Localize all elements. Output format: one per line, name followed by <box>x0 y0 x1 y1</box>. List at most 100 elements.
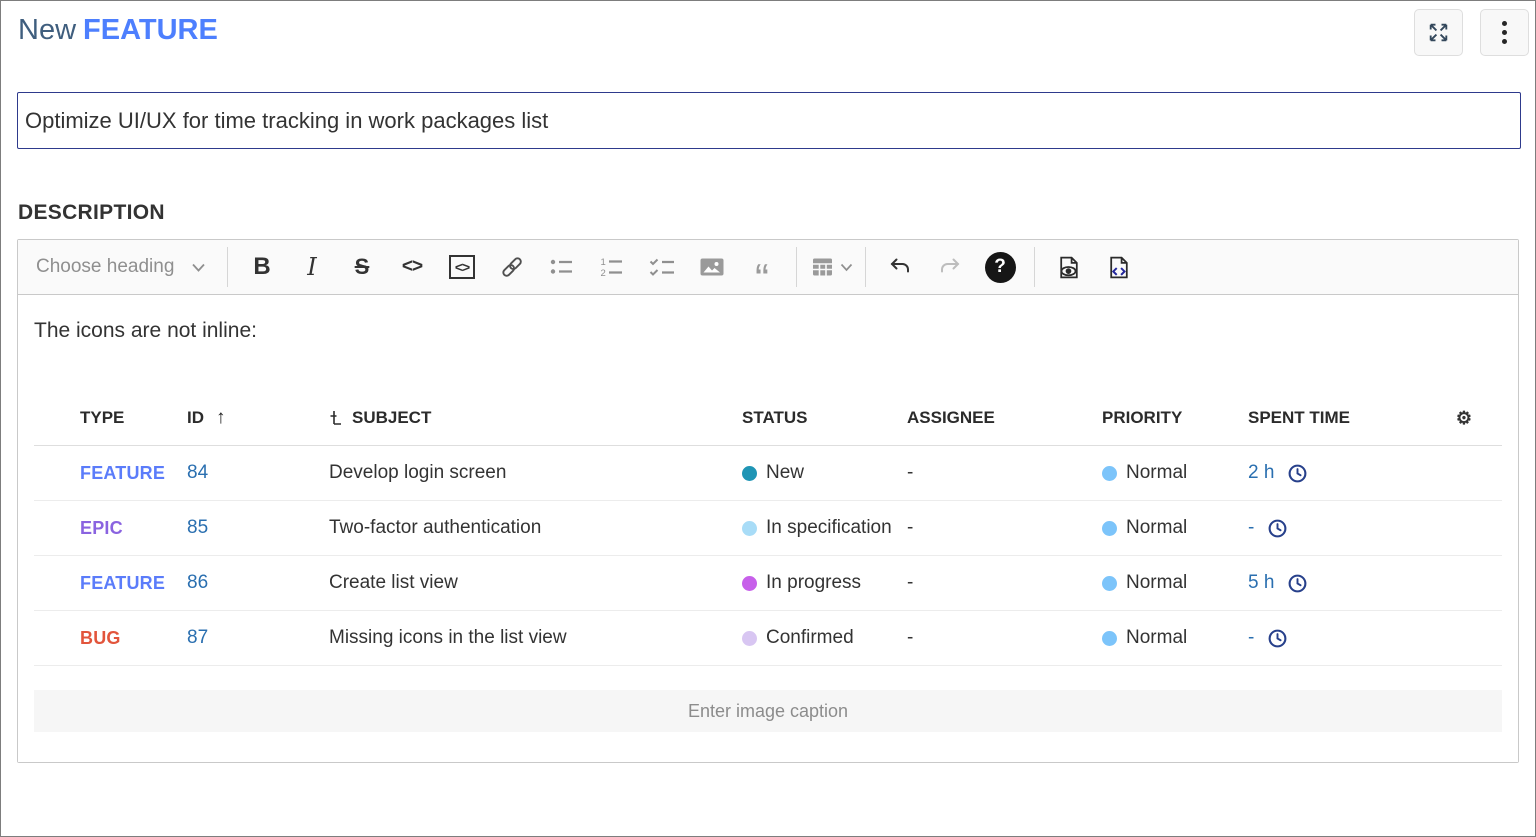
assignee-value: - <box>907 517 1102 539</box>
code-block-button[interactable]: <> <box>437 246 487 288</box>
todo-list-button[interactable] <box>637 246 687 288</box>
status-label: Confirmed <box>766 627 854 649</box>
wp-subject: Develop login screen <box>329 462 506 484</box>
hierarchy-icon <box>329 409 343 427</box>
toolbar-separator <box>796 247 797 287</box>
redo-icon <box>937 255 963 279</box>
block-quote-button[interactable]: “ <box>737 246 787 288</box>
wp-id-link[interactable]: 84 <box>187 462 208 484</box>
insert-table-icon <box>810 255 835 279</box>
help-button[interactable]: ? <box>975 246 1025 288</box>
spent-time-link[interactable]: - <box>1248 517 1254 539</box>
column-type: TYPE <box>80 408 187 428</box>
subject-input[interactable] <box>17 92 1521 149</box>
image-caption-placeholder[interactable]: Enter image caption <box>34 690 1502 732</box>
clock-icon[interactable] <box>1267 518 1288 539</box>
column-priority: PRIORITY <box>1102 408 1248 428</box>
description-editor: Choose heading B I S <> <> 12 <box>17 239 1519 763</box>
toolbar-separator <box>227 247 228 287</box>
fullscreen-icon <box>1426 20 1451 45</box>
italic-icon: I <box>307 253 316 281</box>
svg-text:2: 2 <box>601 268 606 279</box>
markdown-source-button[interactable] <box>1094 246 1144 288</box>
editor-content[interactable]: The icons are not inline: TYPE ID ↑ SUBJ… <box>18 295 1518 762</box>
table-header-row: TYPE ID ↑ SUBJECT STATUS ASSIGNEE PRIORI… <box>34 391 1502 446</box>
strikethrough-button[interactable]: S <box>337 246 387 288</box>
bulleted-list-button[interactable] <box>537 246 587 288</box>
status-dot <box>742 576 757 591</box>
description-label: DESCRIPTION <box>18 201 1518 225</box>
wp-id-link[interactable]: 85 <box>187 517 208 539</box>
svg-text:1: 1 <box>601 257 606 268</box>
preview-button[interactable] <box>1044 246 1094 288</box>
inline-code-button[interactable]: <> <box>387 246 437 288</box>
priority-dot <box>1102 631 1117 646</box>
fullscreen-button[interactable] <box>1414 9 1463 56</box>
header-actions <box>1414 9 1529 56</box>
toolbar-separator <box>1034 247 1035 287</box>
clock-icon[interactable] <box>1267 628 1288 649</box>
spent-time-link[interactable]: - <box>1248 627 1254 649</box>
new-work-package-page: NewFEATURE DESCRIPTION Choose heading <box>0 0 1536 837</box>
page-title: NewFEATURE <box>18 9 218 47</box>
embedded-table-image[interactable]: TYPE ID ↑ SUBJECT STATUS ASSIGNEE PRIORI… <box>34 391 1502 732</box>
table-row: EPIC 85 Two-factor authentication In spe… <box>34 501 1502 556</box>
priority-dot <box>1102 521 1117 536</box>
sort-ascending-icon: ↑ <box>216 407 226 429</box>
status-label: In progress <box>766 572 861 594</box>
heading-dropdown-label: Choose heading <box>36 256 174 278</box>
priority-label: Normal <box>1126 517 1187 539</box>
insert-table-button[interactable] <box>806 246 856 288</box>
markdown-source-icon <box>1105 254 1133 281</box>
todo-list-icon <box>649 255 676 279</box>
wp-type: FEATURE <box>80 573 165 594</box>
bold-button[interactable]: B <box>237 246 287 288</box>
wp-id-link[interactable]: 86 <box>187 572 208 594</box>
more-menu-button[interactable] <box>1480 9 1529 56</box>
priority-dot <box>1102 576 1117 591</box>
insert-image-icon <box>699 255 725 279</box>
numbered-list-icon: 12 <box>599 255 625 279</box>
table-chevron-icon <box>840 263 853 272</box>
chevron-down-icon <box>191 262 206 273</box>
wp-type: EPIC <box>80 518 123 539</box>
page-title-type: FEATURE <box>83 14 218 46</box>
link-button[interactable] <box>487 246 537 288</box>
settings-gear-icon: ⚙ <box>1456 408 1472 429</box>
status-label: New <box>766 462 804 484</box>
code-block-icon: <> <box>449 255 475 279</box>
priority-dot <box>1102 466 1117 481</box>
wp-type: BUG <box>80 628 121 649</box>
link-icon <box>499 255 525 279</box>
redo-button[interactable] <box>925 246 975 288</box>
clock-icon[interactable] <box>1287 573 1308 594</box>
italic-button[interactable]: I <box>287 246 337 288</box>
status-dot <box>742 631 757 646</box>
insert-image-button[interactable] <box>687 246 737 288</box>
status-dot <box>742 466 757 481</box>
status-dot <box>742 521 757 536</box>
assignee-value: - <box>907 572 1102 594</box>
column-assignee: ASSIGNEE <box>907 408 1102 428</box>
inline-code-icon: <> <box>402 256 422 278</box>
clock-icon[interactable] <box>1287 463 1308 484</box>
heading-dropdown[interactable]: Choose heading <box>28 247 218 287</box>
table-row: BUG 87 Missing icons in the list view Co… <box>34 611 1502 666</box>
undo-icon <box>887 255 913 279</box>
column-status: STATUS <box>742 408 907 428</box>
editor-paragraph: The icons are not inline: <box>34 319 1502 343</box>
status-label: In specification <box>766 517 892 539</box>
kebab-menu-icon <box>1502 21 1507 44</box>
table-row: FEATURE 86 Create list view In progress … <box>34 556 1502 611</box>
priority-label: Normal <box>1126 572 1187 594</box>
spent-time-link[interactable]: 5 h <box>1248 572 1274 594</box>
numbered-list-button[interactable]: 12 <box>587 246 637 288</box>
undo-button[interactable] <box>875 246 925 288</box>
bulleted-list-icon <box>549 255 575 279</box>
page-title-new: New <box>18 14 76 46</box>
wp-id-link[interactable]: 87 <box>187 627 208 649</box>
spent-time-link[interactable]: 2 h <box>1248 462 1274 484</box>
table-row: FEATURE 84 Develop login screen New - No… <box>34 446 1502 501</box>
toolbar-separator <box>865 247 866 287</box>
column-spent-time: SPENT TIME <box>1248 408 1408 428</box>
